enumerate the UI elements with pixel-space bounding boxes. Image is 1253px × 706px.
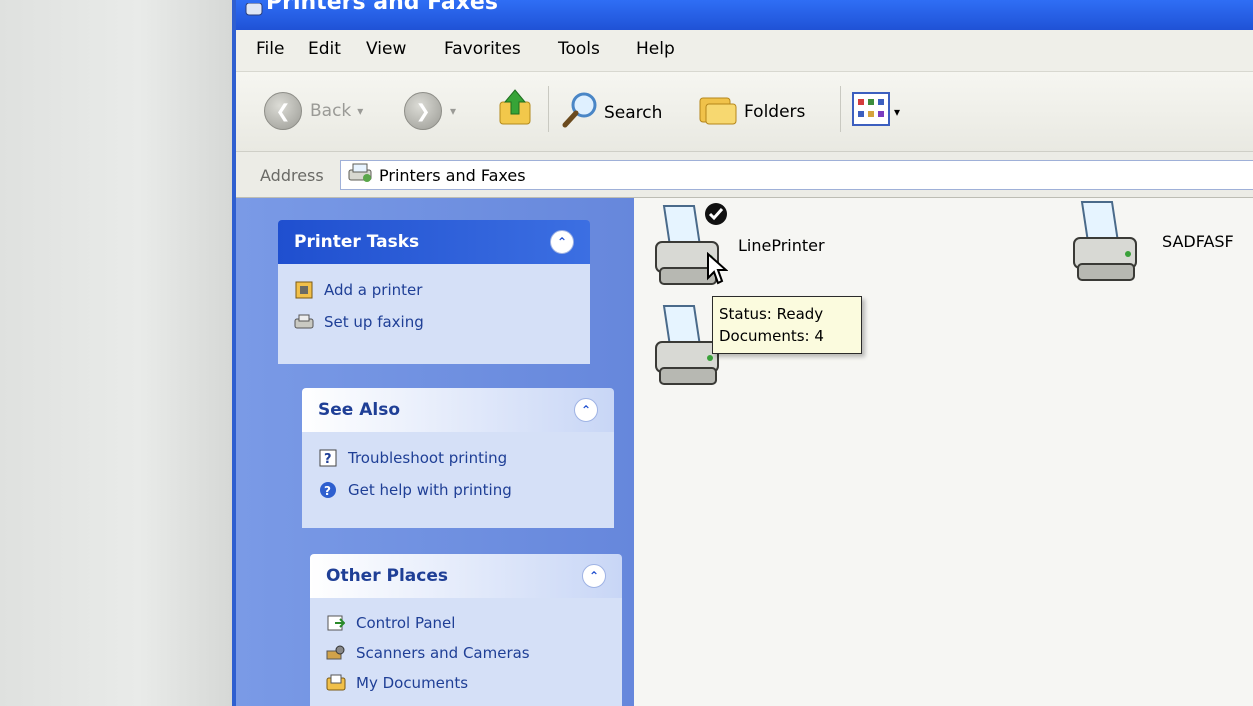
back-arrow-icon: ❮ [264, 92, 302, 130]
address-label: Address [260, 166, 324, 185]
views-dropdown-icon: ▾ [894, 104, 901, 119]
tooltip-documents: Documents: 4 [719, 327, 824, 345]
add-printer-icon [294, 280, 314, 300]
printer-icon [650, 305, 730, 396]
task-add-printer[interactable]: Add a printer [294, 274, 590, 306]
link-troubleshoot-printing-label: Troubleshoot printing [348, 449, 508, 467]
printer-tasks-header[interactable]: Printer Tasks ⌃ [278, 220, 590, 264]
title-bar[interactable]: Printers and Faxes [236, 0, 1253, 30]
back-label: Back [310, 101, 352, 121]
link-my-documents-label: My Documents [356, 673, 469, 692]
desktop-margin [0, 0, 232, 706]
other-places-header[interactable]: Other Places ⌃ [310, 554, 622, 598]
forward-button[interactable]: ❯ ▾ [404, 92, 456, 130]
explorer-window: Printers and Faxes File Edit View Favori… [232, 0, 1253, 706]
menu-favorites[interactable]: Favorites [444, 39, 521, 59]
printer-item[interactable]: SADFASF [1068, 198, 1234, 292]
task-set-up-faxing-label: Set up faxing [324, 313, 424, 331]
help-circle-icon: ? [318, 480, 338, 500]
address-bar: Address Printers and Faxes [236, 152, 1253, 198]
search-icon [560, 90, 600, 135]
svg-text:?: ? [324, 452, 332, 467]
link-control-panel-label: Control Panel [356, 613, 456, 632]
other-places-title: Other Places [326, 566, 448, 586]
tooltip-status: Status: Ready [719, 305, 824, 323]
printer-icon [1068, 201, 1148, 292]
link-troubleshoot-printing[interactable]: ? Troubleshoot printing [318, 442, 614, 474]
link-scanners-cameras-label: Scanners and Cameras [356, 643, 530, 662]
printers-folder-icon [244, 0, 264, 16]
up-folder-button[interactable] [498, 88, 532, 133]
task-set-up-faxing[interactable]: Set up faxing [294, 306, 590, 338]
window-title: Printers and Faxes [266, 0, 498, 15]
forward-arrow-icon: ❯ [404, 92, 442, 130]
views-grid-icon [852, 92, 890, 131]
back-dropdown-icon: ▾ [357, 104, 364, 118]
printers-folder-icon [347, 162, 373, 188]
link-get-help-printing[interactable]: ? Get help with printing [318, 474, 614, 506]
folders-button[interactable]: Folders [698, 90, 805, 133]
up-folder-icon [498, 88, 532, 133]
printer-name: SADFASF [1162, 232, 1234, 251]
menu-help[interactable]: Help [636, 39, 675, 59]
forward-dropdown-icon: ▾ [450, 104, 457, 118]
printer-name: LinePrinter [738, 236, 825, 255]
link-get-help-printing-label: Get help with printing [348, 481, 512, 499]
search-label: Search [604, 102, 663, 123]
menu-edit[interactable]: Edit [308, 39, 341, 59]
task-add-printer-label: Add a printer [324, 281, 423, 299]
printer-tooltip: Status: Ready Documents: 4 [712, 296, 862, 354]
other-places-body: Control Panel Scanners and Cameras My Do… [310, 598, 622, 706]
mouse-cursor-icon [706, 251, 729, 290]
menu-tools[interactable]: Tools [558, 39, 600, 59]
printer-tasks-body: Add a printer Set up faxing [278, 264, 590, 364]
folders-icon [698, 90, 738, 133]
see-also-header[interactable]: See Also ⌃ [302, 388, 614, 432]
fax-icon [294, 312, 314, 332]
back-button[interactable]: ❮ Back ▾ [264, 92, 363, 130]
menu-view[interactable]: View [366, 39, 406, 59]
views-button[interactable]: ▾ [852, 92, 900, 131]
address-value: Printers and Faxes [379, 165, 526, 185]
search-button[interactable]: Search [560, 90, 662, 135]
folders-label: Folders [744, 101, 806, 122]
see-also-panel: See Also ⌃ ? Troubleshoot printing ? Get… [302, 388, 614, 528]
see-also-title: See Also [318, 400, 401, 420]
task-pane: Printer Tasks ⌃ Add a printer Set up fax… [236, 198, 634, 706]
collapse-chevron-icon[interactable]: ⌃ [582, 564, 606, 588]
see-also-body: ? Troubleshoot printing ? Get help with … [302, 432, 614, 528]
printer-tasks-title: Printer Tasks [294, 232, 420, 252]
link-scanners-cameras[interactable]: Scanners and Cameras [326, 638, 622, 668]
default-printer-check-icon [704, 202, 728, 230]
printer-tasks-panel: Printer Tasks ⌃ Add a printer Set up fax… [278, 220, 590, 364]
my-documents-icon [326, 673, 346, 693]
menu-bar: File Edit View Favorites Tools Help [236, 30, 1253, 72]
scanner-camera-icon [326, 643, 346, 663]
control-panel-icon [326, 613, 346, 633]
collapse-chevron-icon[interactable]: ⌃ [574, 398, 598, 422]
link-my-documents[interactable]: My Documents [326, 668, 622, 698]
collapse-chevron-icon[interactable]: ⌃ [550, 230, 574, 254]
other-places-panel: Other Places ⌃ Control Panel Scanners an… [310, 554, 622, 706]
link-control-panel[interactable]: Control Panel [326, 608, 622, 638]
menu-file[interactable]: File [256, 39, 284, 59]
help-topic-icon: ? [318, 448, 338, 468]
svg-text:?: ? [324, 484, 331, 498]
standard-toolbar: ❮ Back ▾ ❯ ▾ Search Folders ▾ [236, 72, 1253, 152]
address-field[interactable]: Printers and Faxes [340, 160, 1253, 190]
